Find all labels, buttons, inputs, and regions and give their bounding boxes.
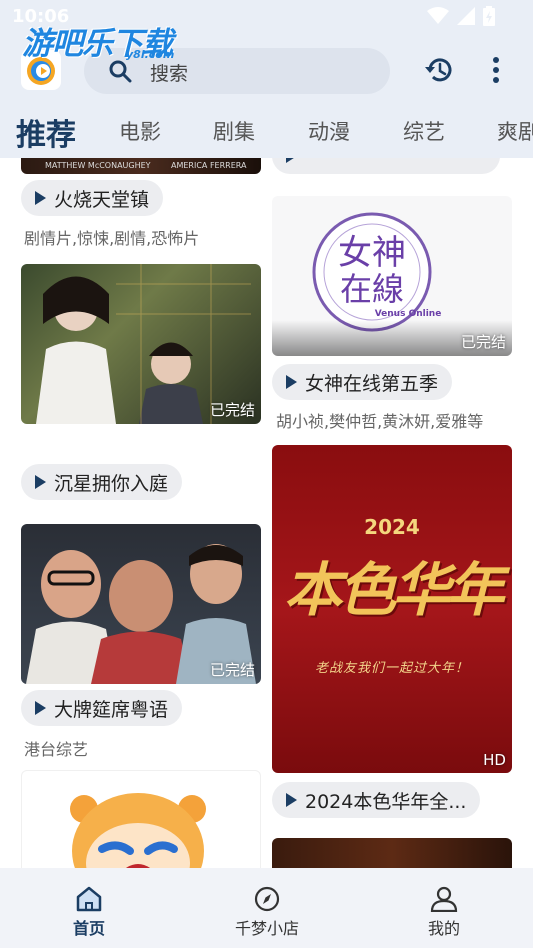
- battery-icon: [483, 6, 495, 26]
- nav-shop[interactable]: 千梦小店: [212, 886, 322, 939]
- search-placeholder: 搜索: [150, 63, 189, 85]
- nav-profile-label: 我的: [427, 919, 460, 938]
- content-feed: MATTHEW McCONAUGHEY AMERICA FERRERA HD 火…: [0, 158, 533, 868]
- poster-c3[interactable]: 已完结: [21, 264, 261, 424]
- poster-slogan: 老战友我们一起过大年！: [314, 661, 469, 676]
- play-icon: [35, 475, 46, 489]
- card-subtitle-c2: 胡小祯,樊仲哲,黄沐妍,爱雅等: [276, 412, 484, 431]
- tab-short-drama[interactable]: 爽剧: [497, 116, 533, 146]
- poster-c5[interactable]: 2024 本色华年 老战友我们一起过大年！ HD: [272, 445, 512, 773]
- tab-variety[interactable]: 综艺: [403, 116, 445, 146]
- card-title-text: 大牌筵席粤语: [54, 698, 169, 721]
- tab-series[interactable]: 剧集: [213, 116, 255, 146]
- watermark-domain: y8l.com: [126, 48, 175, 61]
- card-title-c5[interactable]: 2024本色华年全...: [272, 782, 481, 818]
- logo-en: Venus Online: [375, 309, 442, 319]
- poster-credit-right: AMERICA FERRERA: [171, 161, 247, 170]
- poster-year: 2024: [364, 515, 420, 539]
- poster-c6[interactable]: [21, 770, 261, 868]
- card-title-text: 火烧天堂镇: [54, 188, 150, 211]
- nav-home-label: 首页: [72, 919, 105, 938]
- nav-home[interactable]: 首页: [34, 886, 144, 939]
- card-title-text: 2024本色华年全...: [305, 790, 467, 813]
- play-icon: [286, 158, 297, 163]
- person-icon: [430, 886, 458, 912]
- poster-art: [70, 793, 206, 868]
- card-title-c3[interactable]: 沉星拥你入庭: [21, 464, 183, 500]
- nav-shop-label: 千梦小店: [234, 919, 299, 938]
- poster-headline: 本色华年: [283, 556, 504, 624]
- poster-c4[interactable]: 已完结: [21, 524, 261, 684]
- badge-c5: HD: [483, 751, 506, 769]
- card-title-c2[interactable]: 女神在线第五季: [272, 364, 453, 400]
- category-tabs: 推荐 电影 剧集 动漫 综艺 爽剧: [0, 102, 533, 158]
- card-subtitle-c1: 剧情片,惊悚,剧情,恐怖片: [24, 229, 200, 248]
- logo-cn-b: 在線: [340, 270, 404, 308]
- play-icon: [35, 191, 46, 205]
- badge-c4: 已完结: [209, 661, 255, 679]
- history-icon[interactable]: [424, 56, 454, 84]
- logo-cn-a: 女神: [338, 233, 406, 273]
- badge-c2: 已完结: [460, 333, 506, 351]
- nav-profile[interactable]: 我的: [389, 886, 499, 939]
- badge-c3: 已完结: [209, 401, 255, 419]
- bottom-navigation: 首页 千梦小店 我的: [0, 868, 533, 948]
- card-title-partial[interactable]: [272, 158, 500, 174]
- play-icon: [286, 375, 297, 389]
- home-icon: [76, 886, 102, 912]
- badge-c1: HD: [212, 158, 235, 160]
- tab-movies[interactable]: 电影: [119, 116, 161, 146]
- more-vertical-icon[interactable]: [491, 56, 501, 84]
- compass-icon: [254, 886, 280, 912]
- poster-credit-left: MATTHEW McCONAUGHEY: [45, 161, 151, 170]
- watermark: 游吧乐下载 y8l.com: [22, 18, 175, 63]
- wifi-icon: [427, 7, 449, 24]
- card-title-text: 沉星拥你入庭: [54, 472, 169, 495]
- tab-anime[interactable]: 动漫: [308, 116, 350, 146]
- poster-c7[interactable]: [272, 838, 512, 868]
- card-subtitle-c4: 港台综艺: [24, 740, 89, 759]
- play-icon: [286, 793, 297, 807]
- card-title-c1[interactable]: 火烧天堂镇: [21, 180, 164, 216]
- card-title-text: 女神在线第五季: [305, 372, 439, 395]
- tab-recommend[interactable]: 推荐: [16, 110, 76, 154]
- play-icon: [35, 701, 46, 715]
- status-icons: [427, 6, 495, 26]
- poster-c1[interactable]: MATTHEW McCONAUGHEY AMERICA FERRERA HD: [21, 158, 261, 174]
- signal-icon: [457, 7, 475, 25]
- card-title-c4[interactable]: 大牌筵席粤语: [21, 690, 183, 726]
- poster-c2[interactable]: 女神 在線 Venus Online 已完结: [272, 196, 512, 356]
